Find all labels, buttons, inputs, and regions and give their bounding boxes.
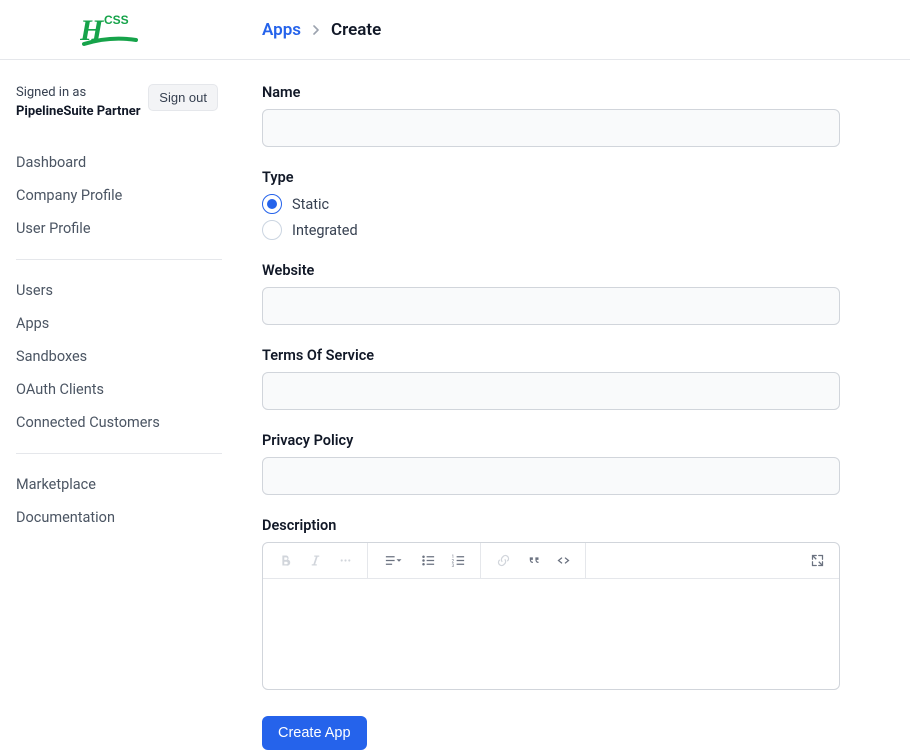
- logo: H CSS: [80, 10, 230, 50]
- type-label: Type: [262, 169, 840, 186]
- radio-icon: [262, 220, 282, 240]
- description-editor: 123: [262, 542, 840, 690]
- italic-icon[interactable]: [305, 551, 325, 571]
- unordered-list-icon[interactable]: [418, 551, 438, 571]
- type-integrated-radio[interactable]: Integrated: [262, 220, 840, 240]
- signed-in-info: Signed in as PipelineSuite Partner: [16, 84, 141, 122]
- fullscreen-icon[interactable]: [807, 551, 827, 571]
- quote-icon[interactable]: [523, 551, 543, 571]
- tos-label: Terms Of Service: [262, 347, 840, 364]
- website-input[interactable]: [262, 287, 840, 325]
- privacy-input[interactable]: [262, 457, 840, 495]
- sidebar-item-marketplace[interactable]: Marketplace: [16, 468, 222, 501]
- chevron-right-icon: [311, 20, 321, 40]
- signed-in-as-label: Signed in as: [16, 85, 86, 100]
- sidebar-item-users[interactable]: Users: [16, 274, 222, 307]
- type-integrated-label: Integrated: [292, 222, 358, 239]
- sidebar-item-sandboxes[interactable]: Sandboxes: [16, 340, 222, 373]
- code-icon[interactable]: [553, 551, 573, 571]
- description-label: Description: [262, 517, 840, 534]
- editor-toolbar: 123: [263, 543, 839, 579]
- main-form: Name Type Static Integrated Website Term…: [232, 84, 910, 750]
- topbar: H CSS Apps Create: [0, 0, 910, 60]
- privacy-label: Privacy Policy: [262, 432, 840, 449]
- sign-out-button[interactable]: Sign out: [148, 84, 218, 111]
- sidebar-item-connected-customers[interactable]: Connected Customers: [16, 406, 222, 439]
- sidebar-item-documentation[interactable]: Documentation: [16, 501, 222, 534]
- sidebar-divider: [16, 453, 222, 454]
- more-icon[interactable]: [335, 551, 355, 571]
- link-icon[interactable]: [493, 551, 513, 571]
- website-label: Website: [262, 262, 840, 279]
- create-app-button[interactable]: Create App: [262, 716, 367, 750]
- logo-css: CSS: [104, 13, 129, 27]
- sidebar-divider: [16, 259, 222, 260]
- sidebar: Signed in as PipelineSuite Partner Sign …: [0, 84, 232, 750]
- breadcrumb-apps-link[interactable]: Apps: [262, 20, 301, 40]
- signed-in-user-name: PipelineSuite Partner: [16, 104, 141, 119]
- tos-input[interactable]: [262, 372, 840, 410]
- type-static-label: Static: [292, 196, 329, 213]
- description-textarea[interactable]: [263, 579, 839, 689]
- sidebar-item-company-profile[interactable]: Company Profile: [16, 179, 222, 212]
- breadcrumb: Apps Create: [262, 20, 381, 40]
- sidebar-item-oauth-clients[interactable]: OAuth Clients: [16, 373, 222, 406]
- svg-text:3: 3: [451, 564, 454, 568]
- type-static-radio[interactable]: Static: [262, 194, 840, 214]
- name-input[interactable]: [262, 109, 840, 147]
- name-label: Name: [262, 84, 840, 101]
- align-icon[interactable]: [380, 551, 408, 571]
- ordered-list-icon[interactable]: 123: [448, 551, 468, 571]
- bold-icon[interactable]: [275, 551, 295, 571]
- sidebar-item-dashboard[interactable]: Dashboard: [16, 146, 222, 179]
- breadcrumb-current: Create: [331, 20, 381, 40]
- sidebar-item-apps[interactable]: Apps: [16, 307, 222, 340]
- radio-icon: [262, 194, 282, 214]
- sidebar-item-user-profile[interactable]: User Profile: [16, 212, 222, 245]
